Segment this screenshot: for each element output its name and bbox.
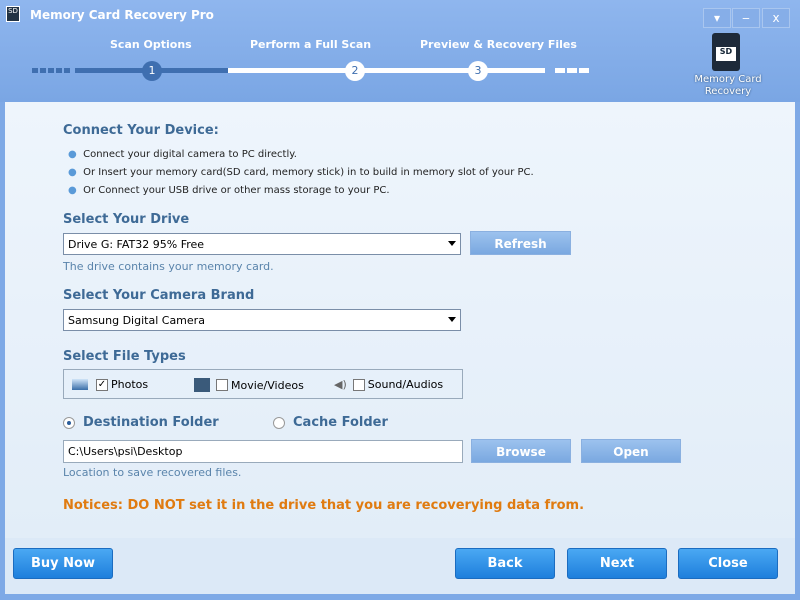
audio-option[interactable]: ◀) Sound/Audios (334, 378, 443, 391)
open-button[interactable]: Open (581, 439, 681, 463)
step-label-1: Scan Options (110, 38, 192, 51)
list-item: ● Or Insert your memory card(SD card, me… (68, 167, 534, 178)
logo-label: Memory Card Recovery (694, 74, 762, 97)
chevron-down-icon (448, 317, 456, 326)
path-input[interactable]: C:\Users\psi\Desktop (63, 440, 463, 463)
footer (5, 538, 795, 594)
filetypes-title: Select File Types (63, 349, 186, 364)
step-circle-2: 2 (345, 61, 365, 81)
radio-unselected[interactable] (273, 416, 285, 429)
step-label-3: Preview & Recovery Files (420, 38, 577, 51)
radio-selected[interactable] (63, 416, 75, 429)
list-item: ● Or Connect your USB drive or other mas… (68, 185, 390, 196)
close-window-button[interactable]: x (762, 8, 790, 28)
camera-select[interactable]: Samsung Digital Camera (63, 309, 461, 331)
photos-checkbox[interactable]: ✓ (96, 378, 108, 391)
list-item: ● Connect your digital camera to PC dire… (68, 149, 297, 160)
step-label-2: Perform a Full Scan (250, 38, 372, 51)
app-icon: SD (6, 6, 20, 22)
buy-now-button[interactable]: Buy Now (13, 548, 113, 579)
filetypes-box: ✓ Photos Movie/Videos ◀) Sound/Audios (63, 369, 463, 399)
step-circle-3: 3 (468, 61, 488, 81)
minimize-button[interactable]: ‒ (732, 8, 760, 28)
close-button[interactable]: Close (678, 548, 778, 579)
connect-list: ● Connect your digital camera to PC dire… (68, 146, 534, 200)
destination-radio[interactable]: Destination Folder (63, 415, 219, 430)
speaker-icon: ◀) (334, 378, 347, 391)
drive-title: Select Your Drive (63, 212, 190, 227)
drive-select[interactable]: Drive G: FAT32 95% Free (63, 233, 461, 255)
next-button[interactable]: Next (567, 548, 667, 579)
path-hint: Location to save recovered files. (63, 466, 242, 479)
photos-option[interactable]: ✓ Photos (72, 378, 148, 391)
cache-radio[interactable]: Cache Folder (273, 415, 388, 430)
sd-text: SD (716, 47, 736, 61)
connect-title: Connect Your Device: (63, 123, 219, 138)
videos-checkbox[interactable] (216, 379, 228, 391)
window-title: Memory Card Recovery Pro (30, 8, 214, 22)
menu-button[interactable]: ▾ (703, 8, 731, 28)
chevron-down-icon (448, 241, 456, 250)
header: SD Memory Card Recovery Pro ▾ ‒ x Scan O… (0, 0, 800, 102)
progress-dash-left (32, 68, 72, 73)
videos-option[interactable]: Movie/Videos (194, 378, 304, 392)
sd-card-icon: SD (712, 33, 740, 71)
step-circle-1: 1 (142, 61, 162, 81)
notice: Notices: DO NOT set it in the drive that… (63, 498, 585, 513)
image-icon (72, 379, 88, 390)
progress-dash-right (555, 68, 590, 73)
drive-hint: The drive contains your memory card. (63, 260, 274, 273)
camera-title: Select Your Camera Brand (63, 288, 255, 303)
audio-checkbox[interactable] (352, 378, 365, 391)
film-icon (194, 378, 210, 392)
back-button[interactable]: Back (455, 548, 555, 579)
progress-remaining (228, 68, 545, 73)
browse-button[interactable]: Browse (471, 439, 571, 463)
refresh-button[interactable]: Refresh (470, 231, 571, 255)
